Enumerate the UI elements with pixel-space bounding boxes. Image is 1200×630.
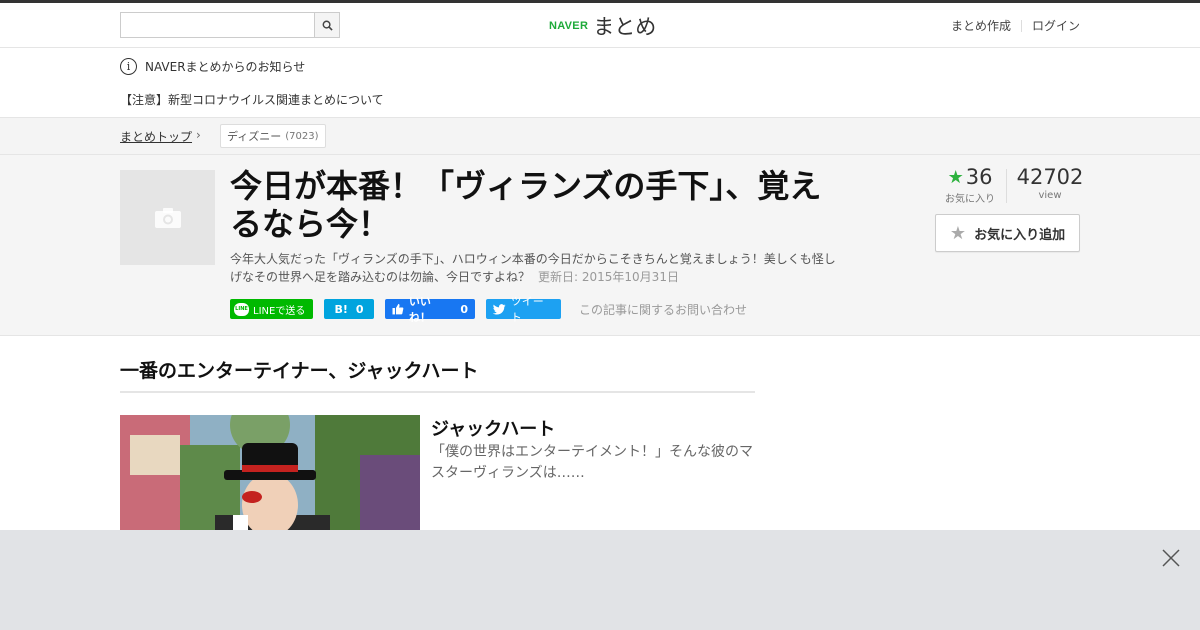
- create-matome-link[interactable]: まとめ作成: [951, 17, 1011, 34]
- thumbs-up-icon: [392, 303, 404, 315]
- updated-date: 更新日: 2015年10月31日: [538, 270, 679, 284]
- facebook-like-button[interactable]: いいね！ 0: [385, 295, 475, 324]
- facebook-like-label: いいね！: [408, 295, 431, 324]
- add-favorite-label: お気に入り追加: [974, 227, 1066, 243]
- line-icon: LINE: [234, 302, 249, 316]
- twitter-bird-icon: [493, 303, 506, 315]
- item-description: 「僕の世界はエンターテイメント！」そんな彼のマスターヴィランズは……: [431, 444, 753, 481]
- article-hero: 今日が本番！「ヴィランズの手下」、覚えるなら今！ 今年大人気だった「ヴィランズの…: [0, 155, 1200, 336]
- logo-naver: NAVER: [549, 20, 589, 32]
- breadcrumb-home-link[interactable]: まとめトップ: [120, 128, 192, 145]
- item-photo[interactable]: [120, 415, 420, 535]
- contact-link[interactable]: この記事に関するお問い合わせ: [579, 301, 747, 318]
- view-count: 42702: [1016, 165, 1084, 189]
- search-box: [120, 12, 340, 38]
- photo-image: [120, 415, 420, 535]
- search-input[interactable]: [121, 13, 315, 37]
- favorite-label: お気に入り: [945, 194, 995, 205]
- logo-matome: まとめ: [593, 15, 657, 39]
- category-tag-label: ディズニー: [227, 130, 282, 143]
- hatena-count: 0: [355, 302, 364, 316]
- category-tag[interactable]: ディズニー (7023): [220, 124, 326, 148]
- tweet-label: ツイート: [510, 295, 544, 324]
- notice-title: NAVERまとめからのお知らせ: [145, 60, 306, 74]
- notice-link[interactable]: 【注意】新型コロナウイルス関連まとめについて: [120, 91, 384, 108]
- article-thumbnail: [120, 170, 215, 265]
- view-stat: 42702 view: [1015, 165, 1085, 201]
- info-icon: i: [120, 58, 137, 75]
- share-bar: LINE LINEで送る B! 0 いいね！ 0 ツイート この記事に関するお問…: [230, 295, 747, 324]
- article-title: 今日が本番！「ヴィランズの手下」、覚えるなら今！: [230, 167, 822, 243]
- notice-area: i NAVERまとめからのお知らせ 【注意】新型コロナウイルス関連まとめについて: [0, 48, 1200, 118]
- chevron-right-icon: ›: [196, 128, 201, 142]
- favorite-stat: ★ 36 お気に入り: [940, 165, 1000, 205]
- star-icon: ★: [949, 222, 967, 244]
- favorite-count: 36: [965, 165, 993, 189]
- search-button[interactable]: [314, 13, 339, 37]
- section-heading: 一番のエンターテイナー、ジャックハート: [120, 356, 755, 393]
- view-label: view: [1038, 190, 1062, 201]
- bottom-ad-overlay: [0, 530, 1200, 630]
- facebook-like-count: 0: [460, 302, 468, 316]
- article-description-text: 今年大人気だった「ヴィランズの手下」、ハロウィン本番の今日だからこそきちんと覚え…: [230, 252, 836, 284]
- breadcrumb: まとめトップ › ディズニー (7023): [0, 118, 1200, 155]
- line-share-button[interactable]: LINE LINEで送る: [230, 299, 313, 319]
- login-link[interactable]: ログイン: [1032, 17, 1080, 34]
- line-share-label: LINEで送る: [253, 305, 306, 317]
- item-title[interactable]: ジャックハート: [431, 415, 555, 441]
- close-icon[interactable]: [1162, 549, 1180, 567]
- camera-icon: [154, 207, 181, 228]
- site-logo[interactable]: NAVER まとめ: [549, 11, 656, 41]
- add-favorite-button[interactable]: ★ お気に入り追加: [935, 214, 1080, 252]
- header-links: まとめ作成 ログイン: [951, 17, 1080, 34]
- hatena-bookmark-button[interactable]: B! 0: [324, 299, 374, 319]
- tweet-button[interactable]: ツイート: [486, 295, 561, 324]
- hatena-icon: B!: [334, 302, 348, 316]
- site-header: NAVER まとめ まとめ作成 ログイン: [0, 3, 1200, 48]
- stats-divider: [1006, 169, 1007, 203]
- article-description: 今年大人気だった「ヴィランズの手下」、ハロウィン本番の今日だからこそきちんと覚え…: [230, 250, 845, 286]
- notice-header: i NAVERまとめからのお知らせ: [120, 58, 305, 75]
- star-icon: ★: [947, 166, 964, 188]
- search-icon: [322, 20, 333, 31]
- category-tag-count: (7023): [285, 130, 319, 142]
- divider: [1020, 19, 1022, 32]
- favorite-count-row: ★ 36: [940, 165, 1000, 189]
